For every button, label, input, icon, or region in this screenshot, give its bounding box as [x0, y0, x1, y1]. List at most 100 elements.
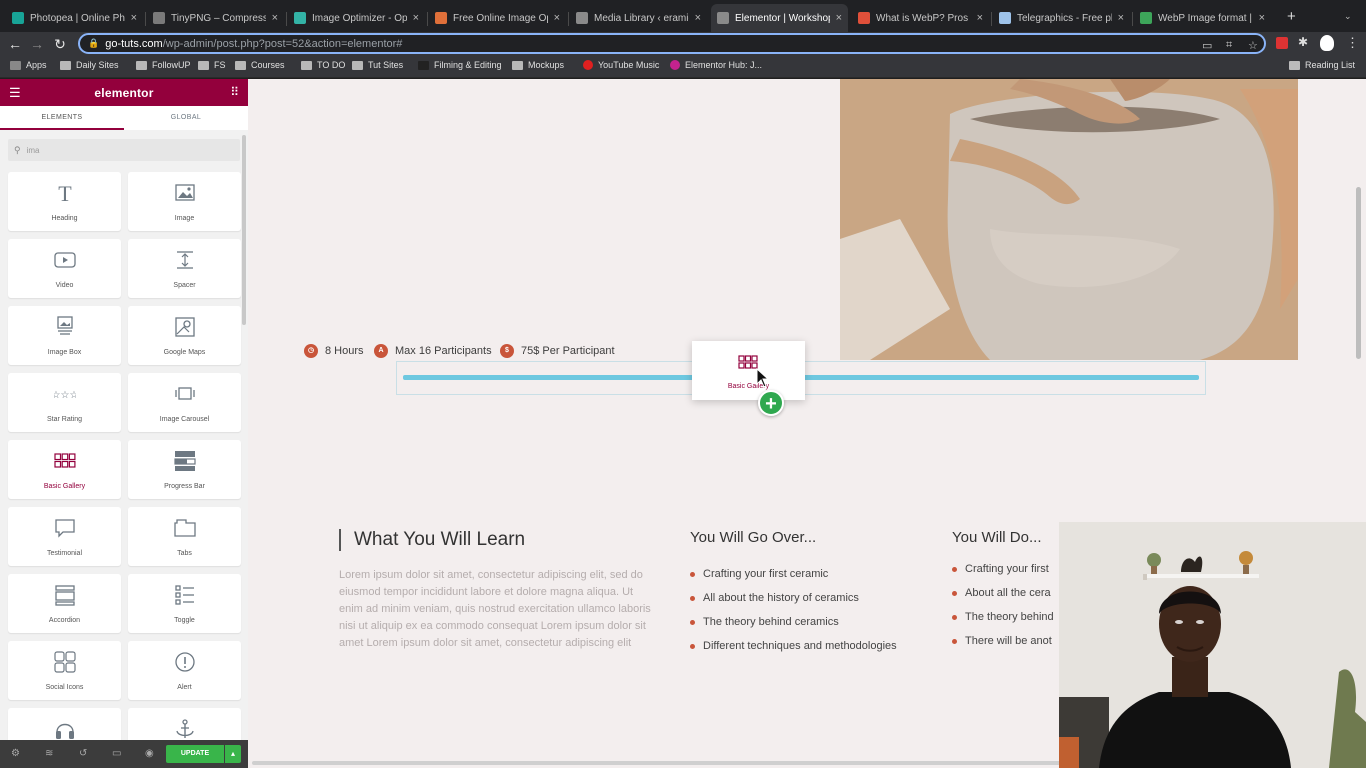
back-button[interactable]: ←	[6, 35, 24, 53]
widget-video[interactable]: Video	[8, 239, 121, 298]
tab-favicon-icon	[858, 12, 870, 24]
bookmark-item[interactable]: Mockups	[512, 60, 564, 70]
profile-avatar[interactable]	[1320, 35, 1334, 51]
browser-tab[interactable]: Image Optimizer - Opti ×	[288, 6, 425, 30]
tab-search-icon[interactable]: ⌄	[1344, 11, 1352, 22]
widget-label: Video	[55, 282, 74, 289]
new-tab-button[interactable]: +	[1287, 8, 1296, 25]
tab-title: TinyPNG – Compress W	[171, 12, 266, 24]
tab-elements[interactable]: ELEMENTS	[0, 106, 124, 130]
bookmark-item[interactable]: Elementor Hub: J...	[670, 60, 762, 70]
tabs-icon	[128, 517, 241, 539]
responsive-mode-icon[interactable]: ▭	[112, 748, 121, 759]
browser-tab[interactable]: WebP Image format | G ×	[1134, 6, 1271, 30]
browser-tab[interactable]: Free Online Image Opti ×	[429, 6, 566, 30]
browser-tab[interactable]: What is WebP? Pros an ×	[852, 6, 989, 30]
settings-gear-icon[interactable]: ⚙	[11, 748, 20, 759]
widget-tabs[interactable]: Tabs	[128, 507, 241, 566]
bookmark-item[interactable]: Daily Sites	[60, 60, 119, 70]
canvas-scrollbar[interactable]	[1356, 187, 1361, 359]
toggle-icon	[128, 584, 241, 606]
reading-list-button[interactable]: Reading List	[1289, 60, 1355, 70]
list-item: About all the cera	[952, 581, 1054, 605]
star-rating-icon: ☆☆☆	[8, 383, 121, 405]
search-icon: ⚲	[14, 144, 21, 155]
list-item: Different techniques and methodologies	[690, 634, 897, 658]
widget-toggle[interactable]: Toggle	[128, 574, 241, 633]
widget-accordion[interactable]: Accordion	[8, 574, 121, 633]
bookmark-item[interactable]: TO DO	[301, 60, 345, 70]
reload-button[interactable]: ↻	[51, 35, 69, 53]
cast-icon[interactable]: ▭	[1202, 39, 1212, 52]
tab-close-icon[interactable]: ×	[977, 12, 983, 24]
extensions-puzzle-icon[interactable]: ✱	[1298, 35, 1308, 49]
tab-close-icon[interactable]: ×	[554, 12, 560, 24]
widgets-grid-icon[interactable]: ⠿	[230, 85, 239, 99]
meta-price: $ 75$ Per Participant	[500, 344, 615, 358]
update-button[interactable]: UPDATE	[166, 745, 224, 763]
tab-title: Free Online Image Opti	[453, 12, 548, 24]
history-icon[interactable]: ↺	[79, 748, 87, 759]
widget-heading[interactable]: T Heading	[8, 172, 121, 231]
tab-close-icon[interactable]: ×	[836, 12, 842, 24]
navigator-layers-icon[interactable]: ≋	[45, 748, 53, 759]
browser-tab[interactable]: Elementor | Workshop ×	[711, 4, 848, 32]
tab-close-icon[interactable]: ×	[272, 12, 278, 24]
price-icon: $	[500, 344, 514, 358]
browser-tab[interactable]: TinyPNG – Compress W ×	[147, 6, 284, 30]
widget-progress-bar[interactable]: Progress Bar	[128, 440, 241, 499]
bookmark-item[interactable]: FS	[198, 60, 226, 70]
tab-close-icon[interactable]: ×	[695, 12, 701, 24]
widget-image-box[interactable]: Image Box	[8, 306, 121, 365]
browser-tab[interactable]: Photopea | Online Phot ×	[6, 6, 143, 30]
video-icon	[8, 249, 121, 271]
tab-favicon-icon	[717, 12, 729, 24]
google-maps-icon	[128, 316, 241, 338]
pottery-hero-image	[840, 79, 1298, 360]
browser-toolbar: ← → ↻ 🔒 go-tuts.com/wp-admin/post.php?po…	[0, 32, 1366, 56]
tab-close-icon[interactable]: ×	[131, 12, 137, 24]
list-item: There will be anot	[952, 629, 1054, 653]
address-bar[interactable]: 🔒 go-tuts.com/wp-admin/post.php?post=52&…	[78, 33, 1266, 54]
tab-close-icon[interactable]: ×	[1118, 12, 1124, 24]
panel-tabs: ELEMENTS GLOBAL	[0, 106, 248, 130]
widget-image[interactable]: Image	[128, 172, 241, 231]
dragged-widget-label: Basic Gallery	[727, 383, 770, 390]
widget-social-icons[interactable]: Social Icons	[8, 641, 121, 700]
widget-google-maps[interactable]: Google Maps	[128, 306, 241, 365]
tab-close-icon[interactable]: ×	[413, 12, 419, 24]
forward-button[interactable]: →	[28, 35, 46, 53]
widget-testimonial[interactable]: Testimonial	[8, 507, 121, 566]
qr-icon[interactable]: ⌗	[1226, 39, 1232, 52]
panel-scrollbar[interactable]	[242, 135, 246, 325]
browser-menu-icon[interactable]: ⋮	[1346, 35, 1359, 51]
presenter-webcam-overlay	[1059, 522, 1366, 768]
dragged-widget-basic-gallery[interactable]: Basic Gallery	[692, 341, 805, 400]
widget-label: Image	[174, 215, 195, 222]
update-options-caret[interactable]: ▴	[225, 745, 241, 763]
bookmark-item[interactable]: YouTube Music	[583, 60, 659, 70]
tab-favicon-icon	[153, 12, 165, 24]
bookmark-label: Apps	[26, 60, 47, 70]
browser-tab[interactable]: Telegraphics - Free plu ×	[993, 6, 1130, 30]
tab-close-icon[interactable]: ×	[1259, 12, 1265, 24]
widget-label: Basic Gallery	[43, 483, 86, 490]
widget-alert[interactable]: Alert	[128, 641, 241, 700]
extension-icon[interactable]	[1276, 37, 1288, 49]
bookmark-star-icon[interactable]: ☆	[1248, 39, 1258, 52]
widget-star-rating[interactable]: ☆☆☆ Star Rating	[8, 373, 121, 432]
bookmark-item[interactable]: Filming & Editing	[418, 60, 502, 70]
bookmark-item[interactable]: Courses	[235, 60, 285, 70]
bookmark-item[interactable]: FollowUP	[136, 60, 191, 70]
widget-basic-gallery[interactable]: Basic Gallery	[8, 440, 121, 499]
widget-image-carousel[interactable]: Image Carousel	[128, 373, 241, 432]
bookmark-item[interactable]: Tut Sites	[352, 60, 403, 70]
preview-eye-icon[interactable]: ◉	[145, 748, 154, 759]
tab-title: Photopea | Online Phot	[30, 12, 125, 24]
bookmark-item[interactable]: Apps	[10, 60, 47, 70]
browser-tab[interactable]: Media Library ‹ eramic ×	[570, 6, 707, 30]
widget-search-input[interactable]: ⚲ ima	[8, 139, 240, 161]
widget-spacer[interactable]: Spacer	[128, 239, 241, 298]
will-do-heading: You Will Do...	[952, 529, 1042, 546]
tab-global[interactable]: GLOBAL	[124, 106, 248, 130]
